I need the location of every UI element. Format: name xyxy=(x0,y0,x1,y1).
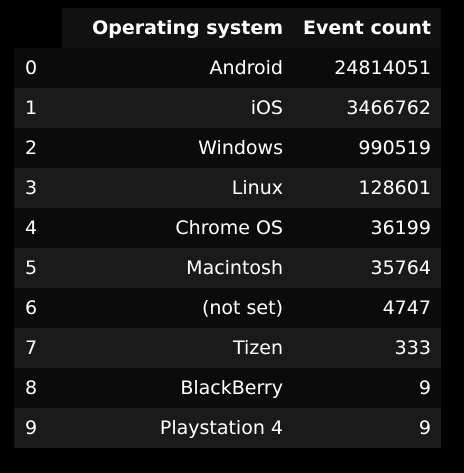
operating-system-cell: Linux xyxy=(231,177,283,199)
table-row: 2 Windows 990519 xyxy=(14,128,441,168)
table-row: 5 Macintosh 35764 xyxy=(14,248,441,288)
table-row: 6 (not set) 4747 xyxy=(14,288,441,328)
row-index: 1 xyxy=(25,97,38,119)
row-index: 7 xyxy=(25,337,38,359)
table-row: 0 Android 24814051 xyxy=(14,48,441,88)
column-header-operating-system: Operating system xyxy=(62,8,293,48)
table-row: 4 Chrome OS 36199 xyxy=(14,208,441,248)
row-index: 9 xyxy=(25,417,38,439)
dataframe-output: Operating system Event count 0 Android 2… xyxy=(14,8,441,448)
row-index: 4 xyxy=(25,217,38,239)
operating-system-cell: Playstation 4 xyxy=(159,417,283,439)
event-count-cell: 24814051 xyxy=(334,57,431,79)
operating-system-cell: Windows xyxy=(198,137,283,159)
operating-system-cell: Android xyxy=(209,57,283,79)
header-row: Operating system Event count xyxy=(14,8,441,48)
event-count-cell: 9 xyxy=(418,377,431,399)
row-index: 5 xyxy=(25,257,38,279)
table-row: 9 Playstation 4 9 xyxy=(14,408,441,448)
table-row: 1 iOS 3466762 xyxy=(14,88,441,128)
event-count-cell: 36199 xyxy=(370,217,431,239)
row-index: 0 xyxy=(25,57,38,79)
table-header: Operating system Event count xyxy=(14,8,441,48)
event-count-cell: 3466762 xyxy=(346,97,431,119)
row-index: 6 xyxy=(25,297,38,319)
operating-system-cell: Macintosh xyxy=(186,257,283,279)
event-count-cell: 35764 xyxy=(370,257,431,279)
operating-system-cell: iOS xyxy=(250,97,283,119)
operating-system-cell: Tizen xyxy=(232,337,283,359)
table-body: 0 Android 24814051 1 iOS 3466762 2 Windo… xyxy=(14,48,441,448)
column-header-event-count: Event count xyxy=(293,8,441,48)
event-count-cell: 990519 xyxy=(358,137,431,159)
table-row: 7 Tizen 333 xyxy=(14,328,441,368)
row-index: 2 xyxy=(25,137,38,159)
event-count-cell: 4747 xyxy=(382,297,431,319)
dataframe-table: Operating system Event count 0 Android 2… xyxy=(14,8,441,448)
operating-system-cell: BlackBerry xyxy=(180,377,283,399)
event-count-cell: 9 xyxy=(418,417,431,439)
index-header xyxy=(14,8,62,48)
table-row: 8 BlackBerry 9 xyxy=(14,368,441,408)
table-row: 3 Linux 128601 xyxy=(14,168,441,208)
operating-system-cell: Chrome OS xyxy=(175,217,283,239)
event-count-cell: 333 xyxy=(394,337,431,359)
row-index: 3 xyxy=(25,177,38,199)
event-count-cell: 128601 xyxy=(358,177,431,199)
row-index: 8 xyxy=(25,377,38,399)
operating-system-cell: (not set) xyxy=(201,297,283,319)
